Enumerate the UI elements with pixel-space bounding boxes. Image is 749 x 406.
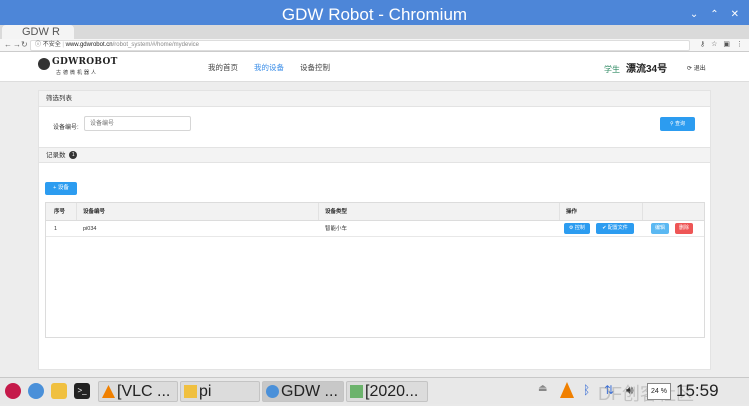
edit-button-label: 编辑 bbox=[654, 225, 665, 231]
device-table: 序号 设备编号 设备类型 操作 1 pi034 智能小车 ⚙ 控制 ✔ 配置文件… bbox=[45, 202, 705, 338]
table-row: 1 pi034 智能小车 ⚙ 控制 ✔ 配置文件 编辑 删除 bbox=[46, 221, 704, 237]
bluetooth-icon[interactable]: ᛒ bbox=[583, 383, 590, 397]
device-id-input[interactable] bbox=[84, 116, 191, 131]
column-header: 序号 bbox=[54, 209, 66, 215]
device-id-label: 设备编号: bbox=[53, 125, 79, 131]
column-header: 设备编号 bbox=[83, 209, 106, 215]
config-file-button-label: 配置文件 bbox=[607, 225, 628, 231]
plus-icon: + bbox=[53, 185, 57, 191]
folder-icon bbox=[184, 385, 197, 398]
tab-title: GDW R bbox=[22, 26, 60, 38]
page-viewport: GDWROBOT 古德微机器人 我的首页 我的设备 设备控制 学生 漂流34号 ⟳… bbox=[0, 52, 749, 377]
cpu-usage: 24 % bbox=[651, 388, 667, 395]
filter-section-header: 筛选列表 bbox=[39, 91, 710, 107]
extension-icon[interactable]: ▣ bbox=[723, 40, 730, 48]
row-device-type: 智能小车 bbox=[325, 226, 348, 232]
row-index: 1 bbox=[54, 226, 58, 232]
query-button[interactable]: ⚲ 查询 bbox=[660, 117, 695, 131]
taskbar-window-label: [VLC ... bbox=[117, 383, 171, 400]
bookmark-star-icon[interactable]: ☆ bbox=[711, 40, 717, 48]
filter-section-title: 筛选列表 bbox=[46, 95, 72, 102]
cpu-monitor: 24 % bbox=[647, 383, 671, 400]
column-header: 操作 bbox=[566, 209, 578, 215]
system-taskbar: >_ [VLC ... pi GDW ... [2020... ⏏ ᛒ ⇅ 🔊︎… bbox=[0, 377, 749, 404]
security-label: 不安全 bbox=[42, 42, 61, 48]
image-viewer-icon bbox=[350, 385, 363, 398]
browser-tab[interactable]: GDW R bbox=[2, 25, 74, 39]
web-browser-icon[interactable] bbox=[28, 383, 44, 399]
address-icons: ⚷ ☆ ▣ ⋮ bbox=[700, 40, 743, 48]
vlc-icon bbox=[102, 385, 115, 398]
query-button-label: 查询 bbox=[675, 121, 686, 127]
edit-button[interactable]: 编辑 bbox=[651, 223, 669, 234]
records-section-header: 记录数 1 bbox=[39, 147, 710, 163]
menu-icon[interactable]: ⋮ bbox=[736, 40, 743, 48]
eject-icon[interactable]: ⏏ bbox=[538, 383, 547, 394]
clock: 15:59 bbox=[676, 381, 719, 400]
config-file-button[interactable]: ✔ 配置文件 bbox=[596, 223, 634, 234]
search-icon: ⚲ bbox=[669, 121, 674, 127]
back-icon[interactable]: ← bbox=[4, 40, 12, 49]
logo-subtext: 古德微机器人 bbox=[56, 70, 99, 76]
reload-icon[interactable]: ↻ bbox=[21, 40, 28, 49]
vlc-tray-icon[interactable] bbox=[560, 382, 574, 398]
column-divider bbox=[642, 203, 643, 220]
chromium-icon bbox=[266, 385, 279, 398]
user-info: 学生 漂流34号 bbox=[604, 60, 667, 75]
column-divider bbox=[76, 203, 77, 220]
logout-link[interactable]: ⟳ 退出 bbox=[687, 63, 706, 72]
nav-device-control[interactable]: 设备控制 bbox=[300, 62, 330, 73]
column-header: 设备类型 bbox=[325, 209, 348, 215]
site-header: GDWROBOT 古德微机器人 我的首页 我的设备 设备控制 学生 漂流34号 ⟳… bbox=[0, 52, 749, 82]
delete-button-label: 删除 bbox=[678, 225, 689, 231]
taskbar-window-label: GDW ... bbox=[281, 383, 338, 400]
logo-text: GDWROBOT bbox=[52, 57, 118, 67]
url-path: /robot_system/#/home/mydevice bbox=[112, 42, 200, 48]
url-input[interactable]: ⓘ 不安全 | www.gdwrobot.cn/robot_system/#/h… bbox=[30, 40, 690, 51]
control-button-label: 控制 bbox=[574, 225, 585, 231]
address-bar: ← → ↻ ⓘ 不安全 | www.gdwrobot.cn/robot_syst… bbox=[0, 39, 749, 52]
file-manager-icon[interactable] bbox=[51, 383, 67, 399]
add-device-label: 设备 bbox=[57, 185, 69, 191]
tab-strip: GDW R bbox=[0, 25, 749, 39]
nav-home[interactable]: 我的首页 bbox=[208, 62, 238, 73]
window-title: GDW Robot - Chromium bbox=[281, 5, 468, 24]
records-section-title: 记录数 bbox=[46, 152, 66, 159]
add-device-button[interactable]: + 设备 bbox=[45, 182, 77, 195]
delete-button[interactable]: 删除 bbox=[675, 223, 693, 234]
site-logo[interactable]: GDWROBOT 古德微机器人 bbox=[38, 57, 117, 77]
taskbar-window-pi[interactable]: pi bbox=[180, 381, 260, 402]
gear-icon: ⚙ bbox=[569, 225, 574, 231]
info-icon[interactable]: ⓘ bbox=[35, 42, 41, 48]
nav-my-devices[interactable]: 我的设备 bbox=[254, 62, 284, 73]
top-nav: 我的首页 我的设备 设备控制 bbox=[208, 62, 330, 73]
taskbar-window-chromium[interactable]: GDW ... bbox=[262, 381, 344, 402]
url-host: www.gdwrobot.cn bbox=[65, 42, 113, 48]
records-count-badge: 1 bbox=[69, 151, 78, 160]
terminal-icon[interactable]: >_ bbox=[74, 383, 90, 399]
column-divider bbox=[318, 203, 319, 220]
logout-label: 退出 bbox=[693, 66, 706, 72]
taskbar-window-image[interactable]: [2020... bbox=[346, 381, 428, 402]
table-header: 序号 设备编号 设备类型 操作 bbox=[46, 203, 704, 221]
logo-mark-icon bbox=[38, 58, 50, 70]
user-name: 漂流34号 bbox=[626, 64, 668, 75]
logout-icon: ⟳ bbox=[687, 66, 693, 72]
raspberry-menu-icon[interactable] bbox=[5, 383, 21, 399]
taskbar-window-vlc[interactable]: [VLC ... bbox=[98, 381, 178, 402]
check-icon: ✔ bbox=[602, 225, 607, 231]
user-role: 学生 bbox=[604, 65, 620, 74]
main-content: 筛选列表 设备编号: ⚲ 查询 记录数 1 + 设备 序号 设备编号 设备类型 … bbox=[38, 90, 711, 370]
control-button[interactable]: ⚙ 控制 bbox=[564, 223, 590, 234]
column-divider bbox=[559, 203, 560, 220]
taskbar-window-label: [2020... bbox=[365, 383, 419, 400]
forward-icon[interactable]: → bbox=[13, 40, 21, 49]
taskbar-window-label: pi bbox=[199, 383, 212, 400]
row-device-id: pi034 bbox=[83, 226, 97, 232]
key-icon[interactable]: ⚷ bbox=[700, 40, 705, 48]
